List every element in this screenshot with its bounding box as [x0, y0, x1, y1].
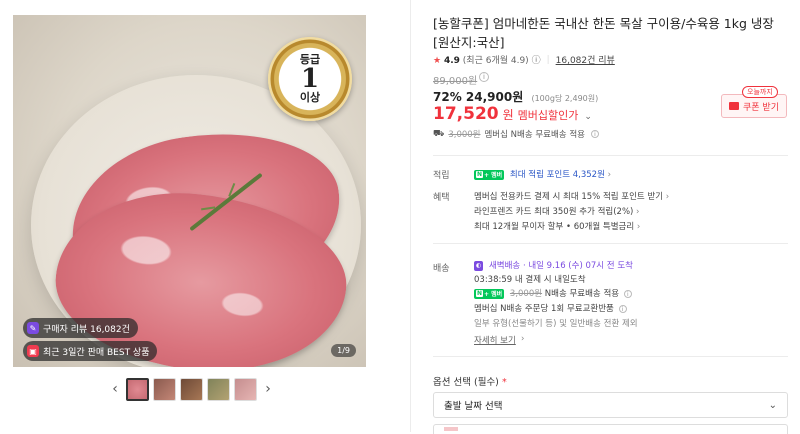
- member-price: 17,520: [433, 104, 499, 124]
- medal-grade-number: 1: [300, 64, 320, 94]
- next-image-button[interactable]: ›: [261, 381, 275, 397]
- review-badge-text: 구매자 리뷰 16,082건: [43, 324, 130, 335]
- option-tag: [444, 427, 458, 431]
- divider: [433, 243, 788, 244]
- rating-score: 4.9: [443, 56, 460, 66]
- rating-recent: (최근 6개월 4.9): [462, 56, 529, 66]
- panel-divider: [410, 0, 411, 432]
- more-details-link[interactable]: 자세히 보기: [474, 334, 516, 346]
- discount-price-row: 72% 24,900원 (100g당 2,490원): [433, 88, 598, 105]
- product-title: [농할쿠폰] 엄마네한돈 국내산 한돈 목살 구이용/수육용 1kg 냉장 [원…: [433, 16, 774, 50]
- divider: [433, 155, 788, 156]
- thumbnail-strip: ‹ ›: [108, 377, 275, 401]
- return-row: 멤버십 N배송 주문당 1회 무료교환반품 i: [474, 302, 627, 314]
- original-price: 89,000원: [433, 76, 478, 87]
- option-label-text: 옵션 선택 (필수): [433, 377, 499, 388]
- medal-bottom-text: 이상: [299, 91, 321, 104]
- discount-rate: 72%: [433, 90, 462, 104]
- gift-icon: ▣: [27, 345, 39, 357]
- chevron-right-icon: ›: [636, 207, 640, 217]
- info-icon[interactable]: i: [618, 304, 627, 313]
- separator: |: [546, 54, 550, 65]
- npay-badge: N + 멤버: [474, 288, 505, 299]
- unit-price: (100g당 2,490원): [531, 94, 599, 103]
- review-count-badge: ✎ 구매자 리뷰 16,082건: [23, 318, 138, 338]
- benefits-label: 혜택: [433, 193, 450, 203]
- countdown-row: 03:38:59 내 결제 시 내일도착: [474, 273, 586, 285]
- dawn-delivery-icon: ◐: [474, 260, 484, 271]
- sale-price: 24,900원: [465, 90, 524, 104]
- countdown-text: 내 결제 시 내일도착: [514, 275, 586, 285]
- divider: [433, 356, 788, 357]
- chevron-right-icon: ›: [521, 334, 525, 344]
- best-badge-text: 최근 3일간 판매 BEST 상품: [43, 347, 150, 358]
- prev-image-button[interactable]: ‹: [108, 381, 122, 397]
- exclude-text: 일부 유형(선물하기 등) 및 일반배송 전환 제외: [474, 319, 638, 329]
- coupon-icon: [729, 102, 739, 110]
- points-text: 최대 적립 포인트 4,352원: [509, 170, 605, 180]
- benefit-text: 라인프렌즈 카드 최대 350원 추가 적립(2%): [474, 207, 634, 217]
- coupon-deadline-badge: 오늘까지: [742, 86, 778, 98]
- review-count-link[interactable]: 16,082건 리뷰: [556, 53, 615, 66]
- countdown-timer: 03:38:59: [474, 275, 513, 285]
- product-page: 등급 1 이상 ✎ 구매자 리뷰 16,082건 ▣ 최근 3일간 판매 BES…: [0, 0, 800, 434]
- member-price-won: 원: [502, 108, 514, 122]
- return-text: 멤버십 N배송 주문당 1회 무료교환반품: [474, 304, 614, 314]
- member-price-row[interactable]: 17,520 원 멤버십할인가 ⌄: [433, 104, 592, 124]
- shipping-summary: ⛟ 3,000원 멤버십 N배송 무료배송 적용 i: [433, 128, 599, 140]
- thumbnail-2[interactable]: [153, 377, 176, 401]
- benefit-line[interactable]: 라인프렌즈 카드 최대 350원 추가 적립(2%) ›: [474, 205, 639, 217]
- grade-medal: 등급 1 이상: [268, 37, 352, 121]
- price-info-icon[interactable]: i: [479, 72, 489, 82]
- benefit-line[interactable]: 최대 12개월 무이자 할부 • 60개월 특별금리 ›: [474, 220, 640, 232]
- chevron-down-icon: ⌄: [768, 399, 777, 411]
- shipping-text: 멤버십 N배송 무료배송 적용: [484, 130, 585, 140]
- dawn-delivery-label: 새벽배송: [488, 261, 521, 271]
- dawn-delivery-row: ◐ 새벽배송 · 내일 9.16 (수) 07시 전 도착: [474, 259, 633, 271]
- departure-date-select[interactable]: 출발 날짜 선택 ⌄: [433, 392, 788, 418]
- npay-badge: N + 멤버: [474, 169, 505, 180]
- thumbnail-1[interactable]: [126, 377, 149, 401]
- truck-icon: ⛟: [433, 128, 445, 139]
- chevron-right-icon: ›: [636, 222, 641, 232]
- best-seller-badge: ▣ 최근 3일간 판매 BEST 상품: [23, 341, 158, 361]
- second-option-select[interactable]: [433, 424, 788, 434]
- shipping-old-fee: 3,000원: [509, 289, 543, 299]
- rating-row: ★ 4.9 (최근 6개월 4.9) ⓘ | 16,082건 리뷰: [433, 53, 615, 67]
- delivery-label: 배송: [433, 264, 450, 274]
- option-label: 옵션 선택 (필수) *: [433, 374, 507, 388]
- thumbnail-3[interactable]: [180, 377, 203, 401]
- coupon-button-label: 쿠폰 받기: [743, 102, 779, 113]
- benefit-line[interactable]: 멤버십 전용카드 결제 시 최대 15% 적립 포인트 받기 ›: [474, 190, 669, 202]
- info-icon[interactable]: i: [590, 130, 599, 138]
- points-label: 적립: [433, 171, 450, 181]
- benefit-text: 멤버십 전용카드 결제 시 최대 15% 적립 포인트 받기: [474, 192, 664, 202]
- info-icon[interactable]: i: [623, 289, 632, 298]
- chevron-down-icon[interactable]: ⌄: [584, 112, 592, 122]
- thumbnail-5[interactable]: [234, 377, 257, 401]
- select-value: 출발 날짜 선택: [444, 401, 503, 412]
- image-counter: 1/9: [331, 344, 356, 357]
- points-row[interactable]: N + 멤버 최대 적립 포인트 4,352원 ›: [474, 168, 611, 180]
- dawn-delivery-detail: · 내일 9.16 (수) 07시 전 도착: [522, 261, 633, 271]
- info-icon[interactable]: ⓘ: [532, 56, 541, 66]
- star-icon: ★: [433, 56, 442, 66]
- chevron-right-icon: ›: [607, 170, 612, 180]
- benefit-text: 최대 12개월 무이자 할부 • 60개월 특별금리: [474, 222, 635, 232]
- review-icon: ✎: [27, 322, 39, 334]
- required-mark: *: [501, 377, 507, 388]
- free-shipping-text: N배송 무료배송 적용: [544, 289, 620, 299]
- thumbnail-4[interactable]: [207, 377, 230, 401]
- main-product-image[interactable]: 등급 1 이상 ✎ 구매자 리뷰 16,082건 ▣ 최근 3일간 판매 BES…: [13, 15, 366, 367]
- chevron-right-icon: ›: [665, 192, 670, 202]
- member-price-label: 멤버십할인가: [517, 109, 579, 122]
- shipping-old-fee: 3,000원: [448, 130, 481, 140]
- free-shipping-row: N + 멤버 3,000원 N배송 무료배송 적용 i: [474, 287, 632, 299]
